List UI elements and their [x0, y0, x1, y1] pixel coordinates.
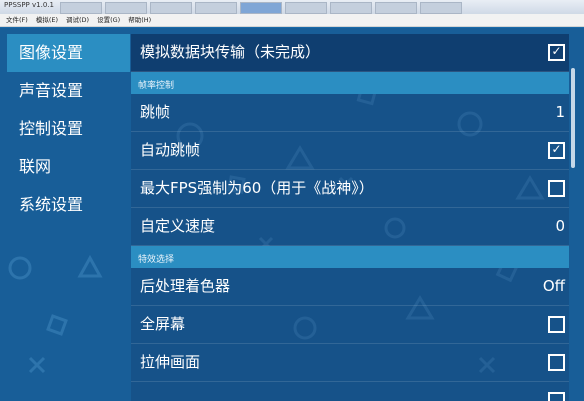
- setting-label: 自定义速度: [140, 217, 216, 235]
- ppsspp-window: PPSSPP v1.0.1 文件(F) 模拟(E) 调试(D) 设置(G) 帮助…: [0, 0, 584, 401]
- menu-emulation[interactable]: 模拟(E): [36, 14, 58, 26]
- setting-label: 自动跳帧: [140, 141, 201, 159]
- setting-row-postprocess-shader[interactable]: 后处理着色器 Off: [131, 268, 569, 306]
- sidebar-item-system[interactable]: 系统设置: [7, 186, 130, 224]
- window-title: PPSSPP v1.0.1: [4, 1, 54, 9]
- settings-sidebar: 图像设置 声音设置 控制设置 联网 系统设置: [7, 34, 130, 224]
- setting-row-auto-frameskip[interactable]: 自动跳帧 ✓: [131, 132, 569, 170]
- checkbox-empty-icon[interactable]: [548, 316, 565, 333]
- setting-row-stretch[interactable]: 拉伸画面: [131, 344, 569, 382]
- setting-row-frameskip[interactable]: 跳帧 1: [131, 94, 569, 132]
- sidebar-item-label: 控制设置: [19, 119, 84, 138]
- menu-settings[interactable]: 设置(G): [97, 14, 120, 26]
- setting-label: 拉伸画面: [140, 353, 201, 371]
- section-title: 帧率控制: [138, 81, 175, 91]
- settings-panel: 模拟数据块传输（未完成） ✓ 帧率控制 跳帧 1 自动跳帧 ✓ 最大FPS强制为…: [131, 34, 569, 401]
- sidebar-item-audio[interactable]: 声音设置: [7, 72, 130, 110]
- section-header-frame-rate: 帧率控制: [131, 72, 569, 94]
- setting-label: 跳帧: [140, 103, 171, 121]
- taskbar-tabs: [60, 2, 462, 14]
- setting-value: 1: [555, 103, 565, 121]
- checkbox-empty-icon[interactable]: [548, 180, 565, 197]
- setting-row-custom-speed[interactable]: 自定义速度 0: [131, 208, 569, 246]
- setting-row-partial[interactable]: [131, 382, 569, 401]
- sidebar-item-label: 联网: [19, 157, 52, 176]
- title-bar: PPSSPP v1.0.1: [0, 0, 584, 14]
- setting-value: 0: [555, 217, 565, 235]
- menu-help[interactable]: 帮助(H): [128, 14, 151, 26]
- setting-label: 后处理着色器: [140, 277, 231, 295]
- section-title: 特效选择: [138, 255, 175, 265]
- taskbar-tab-active[interactable]: [240, 2, 282, 14]
- taskbar-tab[interactable]: [420, 2, 462, 14]
- taskbar-tab[interactable]: [285, 2, 327, 14]
- setting-label: 模拟数据块传输（未完成）: [140, 43, 321, 61]
- menu-debug[interactable]: 调试(D): [66, 14, 89, 26]
- setting-value: Off: [542, 277, 565, 295]
- setting-row-block-transfer[interactable]: 模拟数据块传输（未完成） ✓: [131, 34, 569, 72]
- taskbar-tab[interactable]: [105, 2, 147, 14]
- panel-scrollbar[interactable]: [571, 68, 575, 168]
- sidebar-item-networking[interactable]: 联网: [7, 148, 130, 186]
- checkbox-empty-icon[interactable]: [548, 392, 565, 401]
- sidebar-item-label: 声音设置: [19, 81, 84, 100]
- menu-bar: 文件(F) 模拟(E) 调试(D) 设置(G) 帮助(H): [0, 14, 584, 27]
- sidebar-item-label: 图像设置: [19, 43, 84, 62]
- sidebar-item-graphics[interactable]: 图像设置: [7, 34, 130, 72]
- setting-row-force-60fps[interactable]: 最大FPS强制为60（用于《战神》）: [131, 170, 569, 208]
- checkbox-checked-icon[interactable]: ✓: [548, 142, 565, 159]
- sidebar-item-label: 系统设置: [19, 195, 84, 214]
- taskbar-tab[interactable]: [330, 2, 372, 14]
- section-header-effects: 特效选择: [131, 246, 569, 268]
- checkbox-checked-icon[interactable]: ✓: [548, 44, 565, 61]
- taskbar-tab[interactable]: [375, 2, 417, 14]
- setting-label: 最大FPS强制为60（用于《战神》）: [140, 179, 374, 197]
- settings-screen: 图像设置 声音设置 控制设置 联网 系统设置 模拟数据块传输（未完成） ✓ 帧率…: [0, 28, 584, 401]
- setting-row-fullscreen[interactable]: 全屏幕: [131, 306, 569, 344]
- sidebar-item-controls[interactable]: 控制设置: [7, 110, 130, 148]
- taskbar-tab[interactable]: [60, 2, 102, 14]
- checkbox-empty-icon[interactable]: [548, 354, 565, 371]
- menu-file[interactable]: 文件(F): [6, 14, 28, 26]
- setting-label: 全屏幕: [140, 315, 186, 333]
- taskbar-tab[interactable]: [195, 2, 237, 14]
- taskbar-tab[interactable]: [150, 2, 192, 14]
